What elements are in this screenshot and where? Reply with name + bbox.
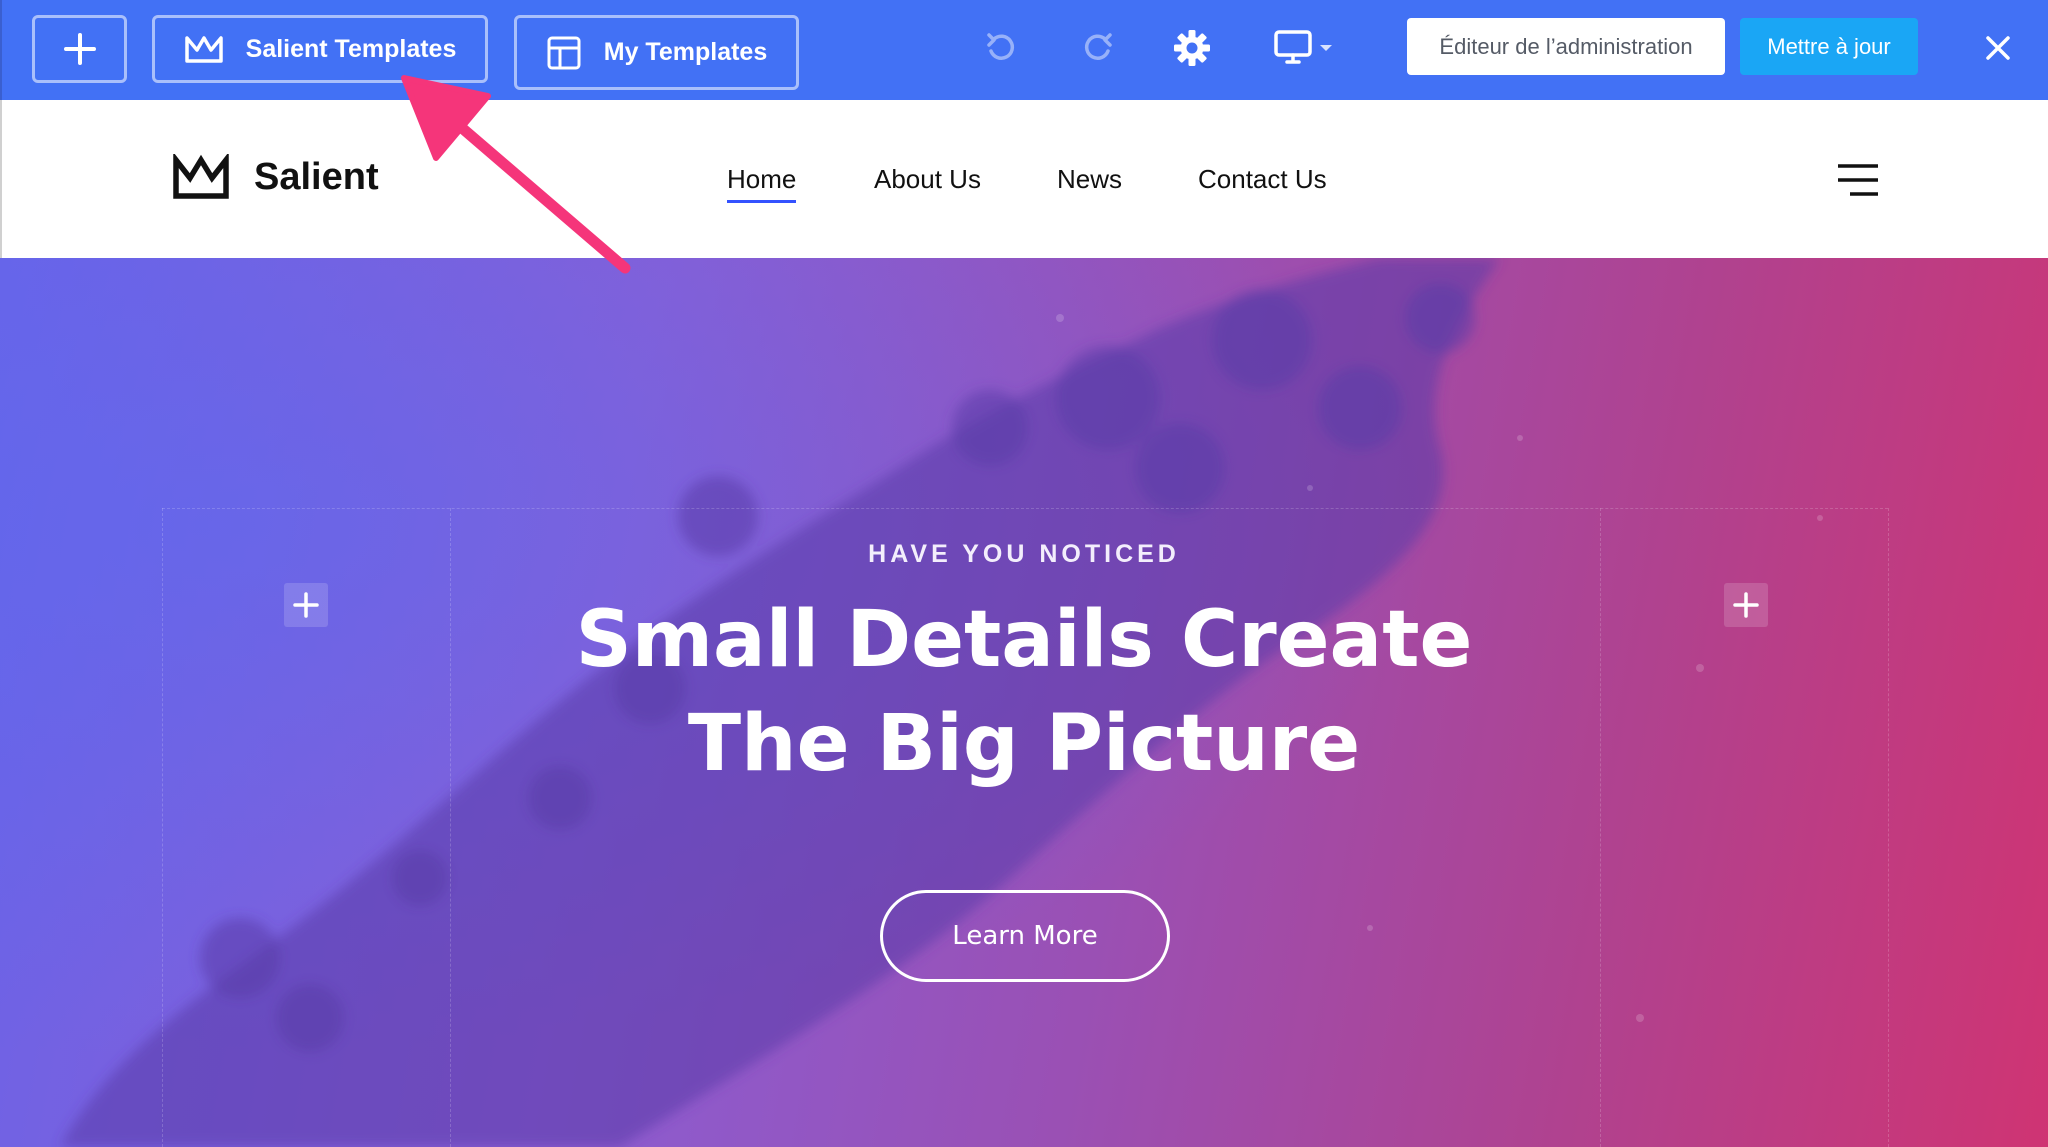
- nav-contact-us[interactable]: Contact Us: [1198, 164, 1327, 195]
- undo-icon: [987, 33, 1014, 60]
- crown-icon: [184, 36, 223, 63]
- close-icon: [1986, 36, 2010, 60]
- brand-name: Salient: [254, 155, 379, 198]
- settings-button[interactable]: [1162, 20, 1222, 76]
- gear-icon: [1174, 30, 1210, 66]
- layout-icon: [547, 36, 581, 69]
- add-element-button[interactable]: [32, 15, 127, 83]
- editor-toolbar: Salient Templates My Templates Éditeur d…: [0, 0, 2048, 100]
- learn-more-button[interactable]: Learn More: [880, 890, 1170, 982]
- update-button[interactable]: Mettre à jour: [1740, 18, 1918, 75]
- hero-headline-line-2: The Big Picture: [687, 699, 1361, 789]
- admin-editor-button[interactable]: Éditeur de l’administration: [1407, 18, 1725, 75]
- editor-row-guide: [162, 508, 1888, 509]
- desktop-icon: [1274, 30, 1312, 64]
- my-templates-button[interactable]: My Templates: [514, 15, 799, 90]
- redo-button[interactable]: [1067, 20, 1127, 76]
- nav-news[interactable]: News: [1057, 164, 1122, 195]
- redo-icon: [1085, 33, 1112, 60]
- nav-home[interactable]: Home: [727, 164, 797, 203]
- salient-templates-label: Salient Templates: [245, 34, 457, 63]
- my-templates-label: My Templates: [603, 38, 768, 66]
- hero-eyebrow: HAVE YOU NOTICED: [868, 540, 1180, 568]
- crown-icon: [173, 154, 229, 199]
- device-preview-dropdown[interactable]: [1264, 20, 1344, 76]
- undo-button[interactable]: [972, 20, 1032, 76]
- site-header: Salient Home About Us News Contact Us: [0, 100, 2048, 258]
- caret-down-icon: [1320, 45, 1332, 51]
- hero-section: HAVE YOU NOTICED Small Details Create Th…: [0, 258, 2048, 1147]
- nav-about-us[interactable]: About Us: [874, 164, 981, 195]
- salient-templates-button[interactable]: Salient Templates: [152, 15, 488, 83]
- hamburger-icon: [1838, 164, 1878, 196]
- hero-headline: Small Details Create The Big Picture: [0, 588, 2048, 796]
- site-logo[interactable]: Salient: [172, 154, 379, 200]
- close-editor-button[interactable]: [1978, 28, 2018, 68]
- hero-headline-line-1: Small Details Create: [575, 595, 1473, 685]
- plus-icon: [63, 33, 96, 65]
- menu-toggle[interactable]: [1836, 162, 1880, 198]
